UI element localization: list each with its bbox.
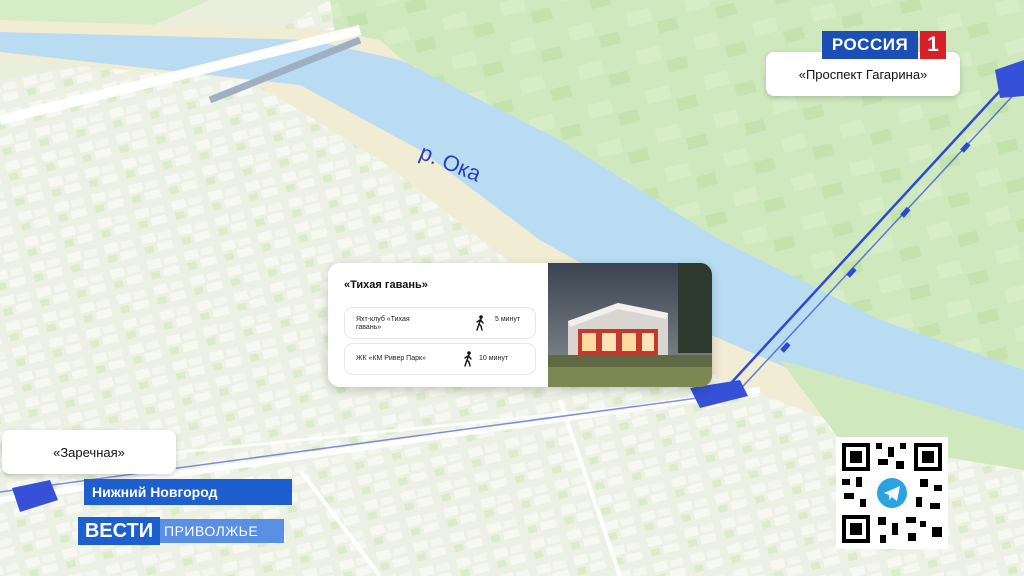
station-name: «Заречная» [53,444,125,460]
station-info-card: «Тихая гавань» Яхт-клуб «Тихая гавань» 5… [328,263,712,387]
destination-name: Яхт-клуб «Тихая гавань» [356,316,410,331]
program-region: ПРИВОЛЖЬЕ [160,519,284,543]
station-name: «Проспект Гагарина» [798,66,928,82]
channel-name: РОССИЯ [822,31,918,59]
info-card-title: «Тихая гавань» [344,279,428,291]
building-photo [548,263,712,387]
destination-name: ЖК «КМ Ривер Парк» [356,355,426,362]
channel-number: 1 [920,31,946,59]
station-label-zarechnaya: «Заречная» [2,430,176,474]
qr-code [836,437,948,549]
city-caption: Нижний Новгород [84,479,292,505]
program-logo: ВЕСТИ ПРИВОЛЖЬЕ [78,517,284,545]
info-row: ЖК «КМ Ривер Парк» 10 минут [344,343,536,375]
channel-logo: РОССИЯ 1 [822,31,946,59]
walk-time: 5 минут [495,316,521,323]
walking-person-icon [476,315,484,331]
walk-time: 10 минут [479,355,509,362]
info-row: Яхт-клуб «Тихая гавань» 5 минут [344,307,536,339]
walking-person-icon [464,351,472,367]
info-card-details: «Тихая гавань» Яхт-клуб «Тихая гавань» 5… [328,263,548,387]
program-name: ВЕСТИ [78,517,160,545]
